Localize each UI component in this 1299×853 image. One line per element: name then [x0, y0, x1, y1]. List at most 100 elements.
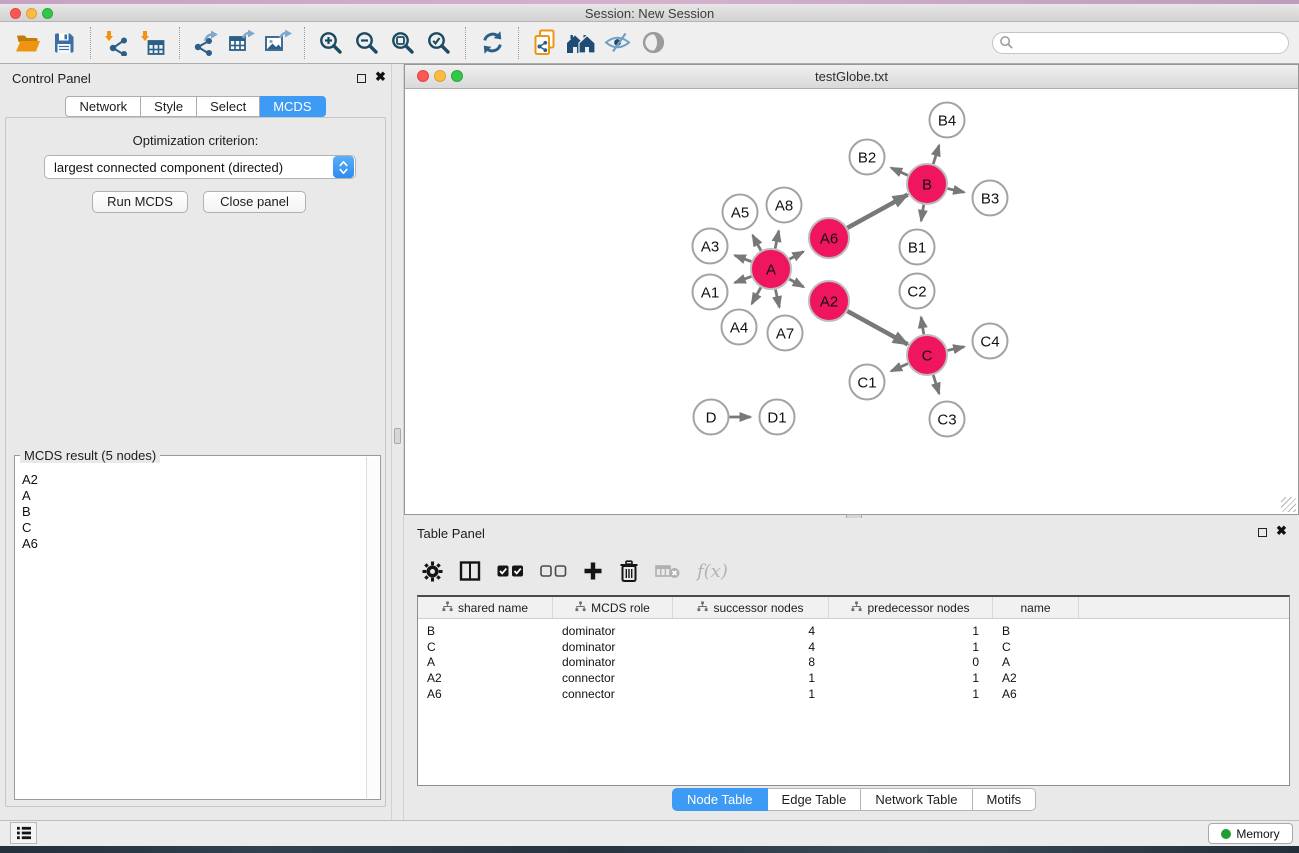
edge-C-C3[interactable]: [933, 375, 939, 394]
tab-edge-table[interactable]: Edge Table: [768, 788, 862, 811]
table-cell[interactable]: A: [993, 655, 1079, 669]
mcds-result-item[interactable]: A6: [16, 536, 364, 552]
memory-button[interactable]: Memory: [1208, 823, 1293, 844]
column-header-name[interactable]: name: [993, 597, 1079, 618]
table-cell[interactable]: 1: [829, 687, 993, 701]
tab-network-table[interactable]: Network Table: [861, 788, 972, 811]
edge-A-A4[interactable]: [752, 287, 761, 303]
table-cell[interactable]: A6: [993, 687, 1079, 701]
table-cell[interactable]: B: [993, 624, 1079, 638]
export-table-icon[interactable]: [224, 26, 260, 60]
import-table-icon[interactable]: [135, 26, 171, 60]
table-cell[interactable]: 1: [829, 671, 993, 685]
table-row[interactable]: Cdominator41C: [418, 639, 1289, 655]
column-header-predecessor-nodes[interactable]: predecessor nodes: [829, 597, 993, 618]
select-all-icon[interactable]: [497, 564, 524, 578]
edge-A2-C[interactable]: [847, 311, 907, 344]
tab-network[interactable]: Network: [65, 96, 141, 117]
gear-icon[interactable]: [422, 561, 443, 582]
tab-select[interactable]: Select: [197, 96, 260, 117]
close-panel-button[interactable]: Close panel: [203, 191, 306, 213]
table-cell[interactable]: dominator: [553, 655, 673, 669]
table-cell[interactable]: C: [418, 640, 553, 654]
table-row[interactable]: A2connector11A2: [418, 670, 1289, 686]
edge-B-B2[interactable]: [891, 168, 908, 176]
close-window-button[interactable]: [10, 8, 21, 19]
edge-A-A6[interactable]: [790, 252, 804, 259]
zoom-fit-icon[interactable]: [385, 26, 421, 60]
add-column-icon[interactable]: [583, 561, 603, 581]
hide-details-icon[interactable]: [599, 26, 635, 60]
table-panel-float-icon[interactable]: [1258, 528, 1267, 537]
control-panel-float-icon[interactable]: [357, 74, 366, 83]
edge-A-A7[interactable]: [775, 290, 779, 308]
tab-motifs[interactable]: Motifs: [973, 788, 1037, 811]
column-header-shared-name[interactable]: shared name: [418, 597, 553, 618]
mcds-result-item[interactable]: B: [16, 504, 364, 520]
network-graph[interactable]: B4B2BB3A5A8A6A3B1AC2A1A2A4A7C4CC1C3DD1: [405, 89, 1298, 514]
export-network-icon[interactable]: [188, 26, 224, 60]
zoom-selected-icon[interactable]: [421, 26, 457, 60]
edge-A-A1[interactable]: [735, 276, 752, 282]
table-cell[interactable]: 1: [829, 640, 993, 654]
tab-node-table[interactable]: Node Table: [672, 788, 768, 811]
table-cell[interactable]: dominator: [553, 640, 673, 654]
run-mcds-button[interactable]: Run MCDS: [92, 191, 188, 213]
search-box[interactable]: [992, 32, 1289, 54]
edge-B-B3[interactable]: [947, 189, 964, 193]
mcds-result-item[interactable]: A: [16, 488, 364, 504]
search-input[interactable]: [1014, 34, 1288, 52]
table-cell[interactable]: 0: [829, 655, 993, 669]
network-resize-grip[interactable]: [1281, 497, 1296, 512]
control-panel-close-icon[interactable]: ✖: [375, 72, 386, 82]
column-header-successor-nodes[interactable]: successor nodes: [673, 597, 829, 618]
import-network-icon[interactable]: [99, 26, 135, 60]
table-row[interactable]: Adominator80A: [418, 655, 1289, 671]
table-cell[interactable]: connector: [553, 687, 673, 701]
delete-table-icon[interactable]: [655, 562, 681, 580]
mcds-result-list[interactable]: A2ABCA6: [16, 462, 364, 552]
export-image-icon[interactable]: [260, 26, 296, 60]
table-cell[interactable]: 1: [829, 624, 993, 638]
table-cell[interactable]: 1: [673, 671, 829, 685]
save-session-icon[interactable]: [46, 26, 82, 60]
table-cell[interactable]: A2: [993, 671, 1079, 685]
mcds-result-scrollbar[interactable]: [366, 457, 379, 798]
edge-A6-B[interactable]: [847, 195, 907, 228]
table-cell[interactable]: A6: [418, 687, 553, 701]
refresh-layout-icon[interactable]: [474, 26, 510, 60]
edge-C-C1[interactable]: [891, 364, 908, 372]
zoom-out-icon[interactable]: [349, 26, 385, 60]
edge-B-B4[interactable]: [933, 145, 939, 164]
table-cell[interactable]: 1: [673, 687, 829, 701]
edge-C-C2[interactable]: [921, 317, 924, 334]
delete-icon[interactable]: [619, 560, 639, 583]
zoom-in-icon[interactable]: [313, 26, 349, 60]
function-builder-icon[interactable]: f(x): [697, 561, 728, 582]
edge-B-B1[interactable]: [921, 205, 924, 221]
task-history-button[interactable]: [10, 822, 37, 844]
deselect-all-icon[interactable]: [540, 564, 567, 578]
table-cell[interactable]: 4: [673, 624, 829, 638]
table-cell[interactable]: A2: [418, 671, 553, 685]
vertical-splitter-grip[interactable]: [394, 428, 401, 444]
table-cell[interactable]: 8: [673, 655, 829, 669]
mcds-result-item[interactable]: A2: [16, 472, 364, 488]
tab-style[interactable]: Style: [141, 96, 197, 117]
tab-mcds[interactable]: MCDS: [260, 96, 325, 117]
table-row[interactable]: Bdominator41B: [418, 623, 1289, 639]
edge-A-A8[interactable]: [775, 231, 779, 248]
table-cell[interactable]: A: [418, 655, 553, 669]
edge-C-C4[interactable]: [947, 347, 964, 351]
edge-A-A2[interactable]: [789, 279, 803, 287]
edge-A-A5[interactable]: [753, 235, 761, 250]
open-session-icon[interactable]: [10, 26, 46, 60]
table-row[interactable]: A6connector11A6: [418, 686, 1289, 702]
table-panel-close-icon[interactable]: ✖: [1276, 526, 1287, 536]
table-cell[interactable]: 4: [673, 640, 829, 654]
table-cell[interactable]: B: [418, 624, 553, 638]
minimize-window-button[interactable]: [26, 8, 37, 19]
column-header-MCDS-role[interactable]: MCDS role: [553, 597, 673, 618]
node-table[interactable]: shared nameMCDS rolesuccessor nodesprede…: [417, 595, 1290, 786]
column-pane-icon[interactable]: [459, 560, 481, 582]
